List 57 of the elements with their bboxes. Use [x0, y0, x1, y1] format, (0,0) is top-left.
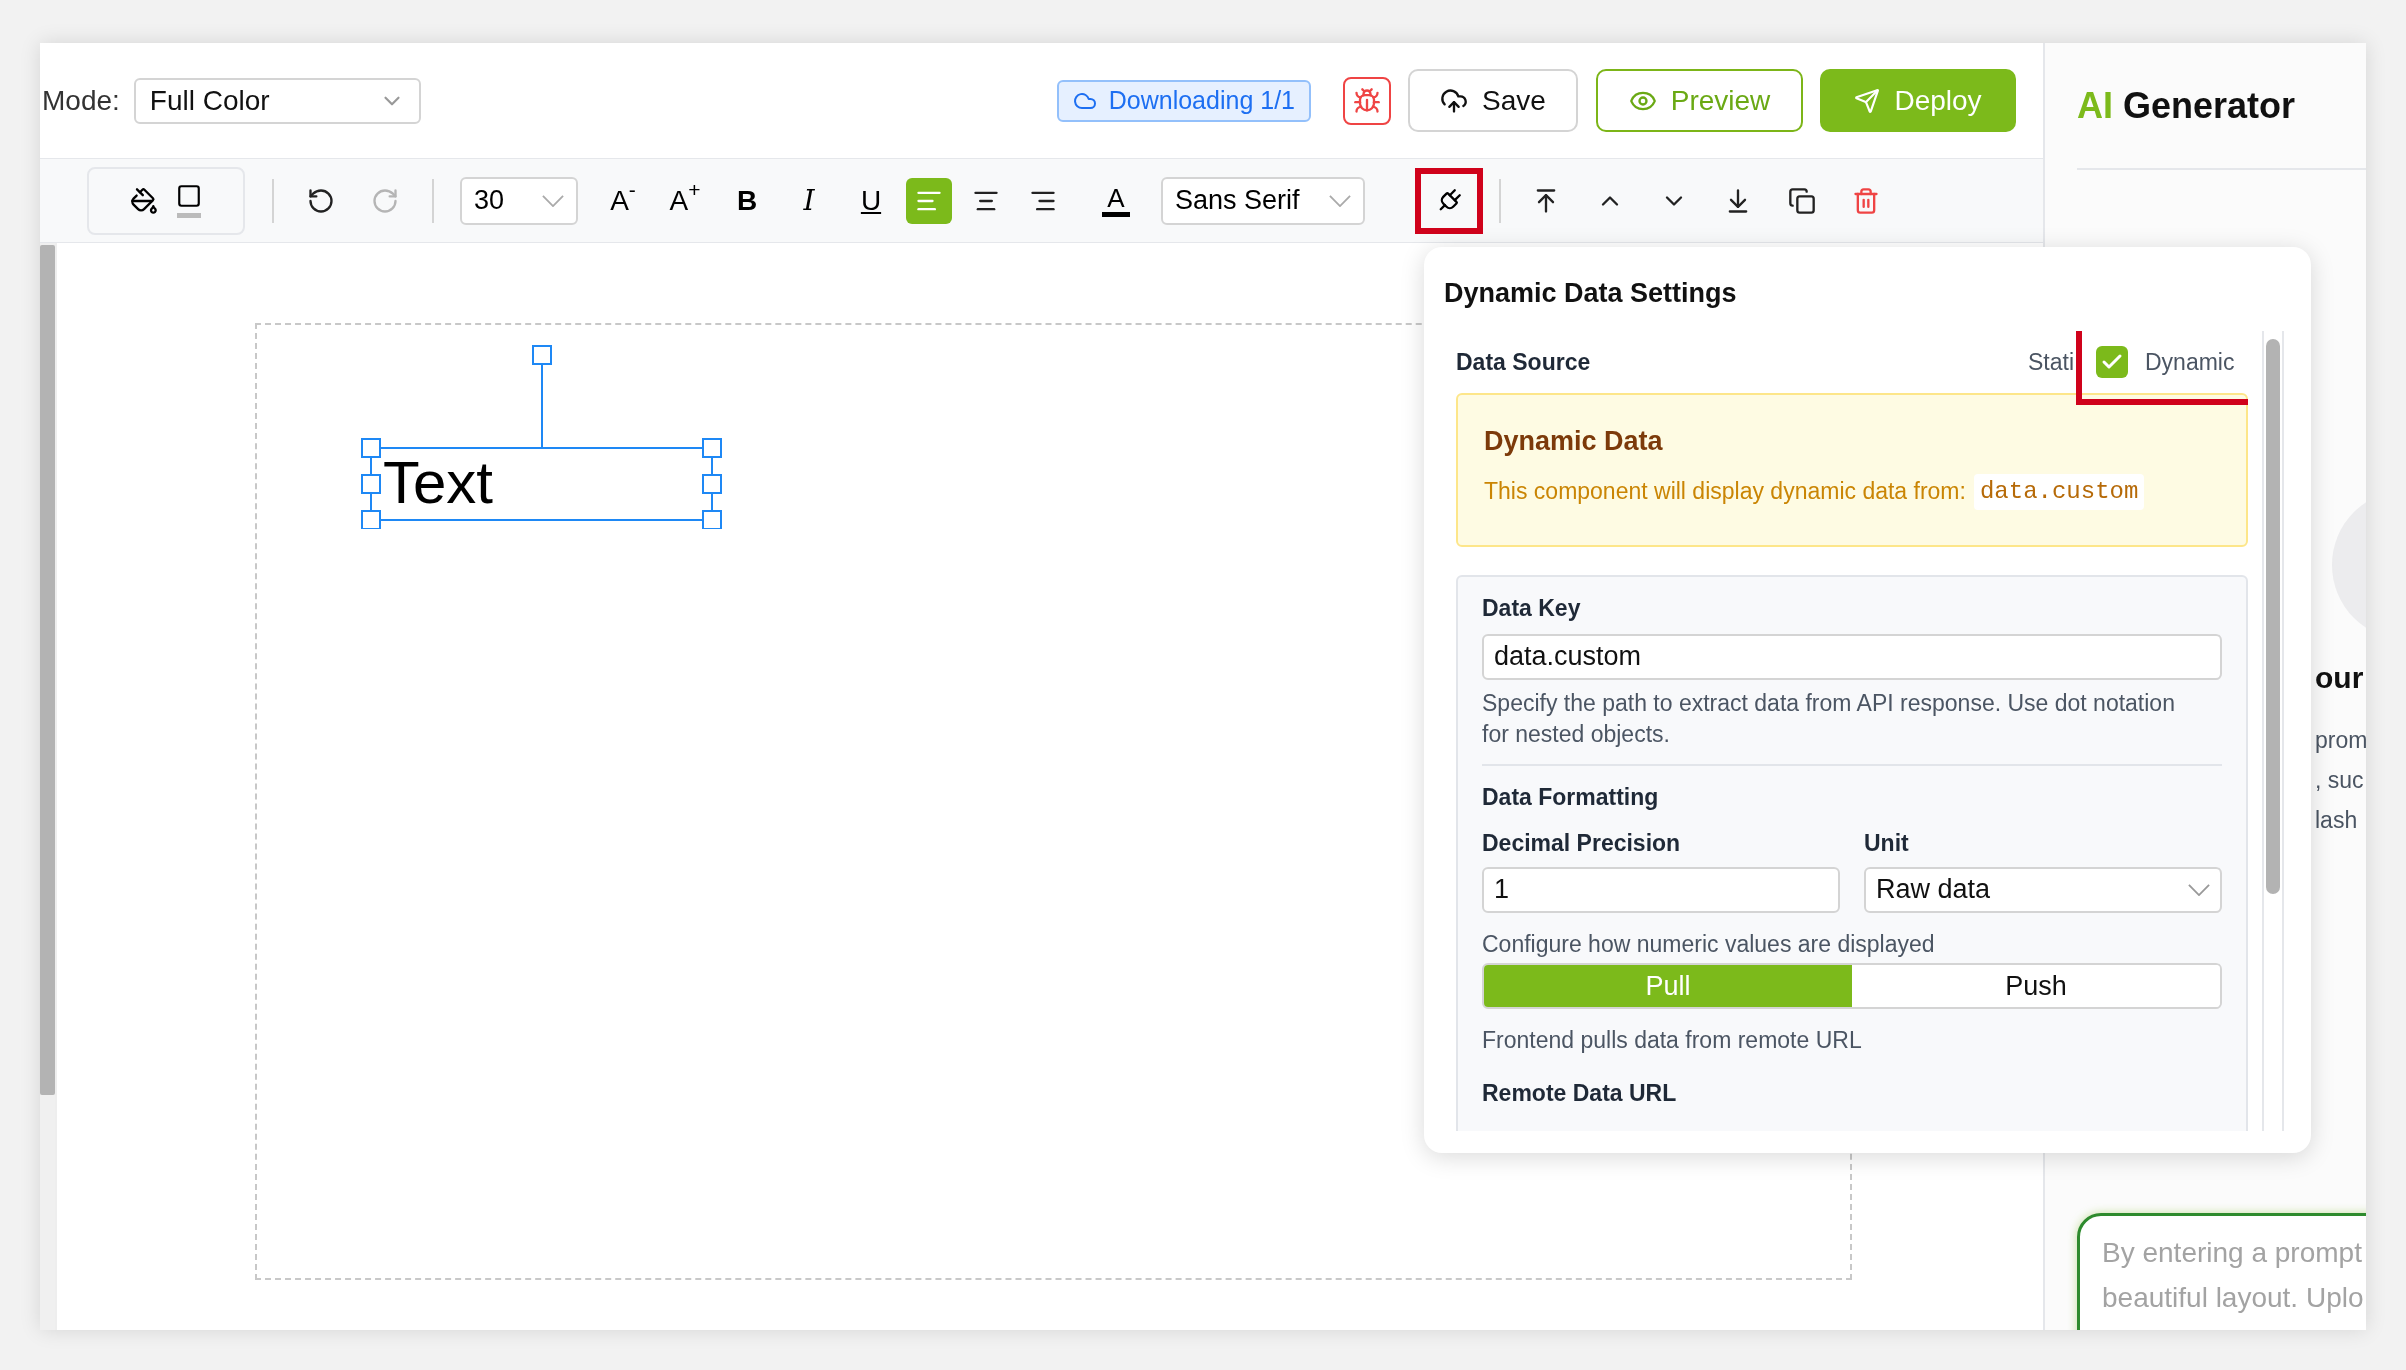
data-key-input[interactable]: data.custom: [1482, 633, 2222, 680]
underline-button[interactable]: U: [840, 175, 902, 226]
section-title: Data Formatting: [1482, 782, 1660, 812]
help-text: Configure how numeric values are displayed: [1482, 929, 1936, 959]
align-left-button[interactable]: [906, 177, 952, 224]
chevron-down-icon: [2188, 883, 2210, 896]
dynamic-label: Dynamic: [2145, 347, 2235, 377]
prompt-placeholder: By entering a prompt: [2102, 1236, 2363, 1270]
trash-icon: [1852, 186, 1880, 215]
chevron-down-icon: [542, 194, 564, 207]
description-text: prom: [2315, 726, 2366, 755]
mode-tab[interactable]: Push: [1852, 965, 2220, 1007]
help-text: Frontend pulls data from remote URL: [1482, 1026, 1863, 1055]
save-button[interactable]: Save: [1408, 69, 1578, 132]
bold-button[interactable]: B: [716, 175, 778, 226]
grow-button[interactable]: A$^{+}$: [654, 175, 716, 226]
code-chip: data.custom: [1973, 473, 2145, 510]
field-label: Decimal Precision: [1482, 829, 1682, 858]
scrollbar-thumb[interactable]: [40, 245, 55, 1095]
copy-icon: [1788, 186, 1816, 215]
chevron-down-icon: [1329, 194, 1351, 207]
dynamic-checkbox[interactable]: [2096, 346, 2128, 378]
field-label: Data Key: [1482, 594, 1582, 623]
border-icon[interactable]: [176, 183, 202, 218]
field-label: Data Source: [1456, 347, 1591, 377]
bug-icon: [1353, 86, 1381, 115]
upload-icon: [1440, 86, 1469, 115]
debug-button[interactable]: [1343, 76, 1391, 125]
popover-title: Dynamic Data Settings: [1443, 277, 1738, 310]
shrink-button[interactable]: A$^{-}$: [592, 175, 654, 226]
download-status-badge: Downloading 1/1: [1056, 79, 1311, 122]
panel-heading: our: [2315, 660, 2365, 696]
static-label: Stati: [2027, 347, 2074, 377]
field-label: Remote Data URL: [1482, 1078, 1678, 1108]
italic-button[interactable]: I: [778, 175, 840, 226]
precision-input[interactable]: 1: [1482, 866, 1840, 913]
paint-bucket-icon[interactable]: [130, 186, 158, 215]
redo-icon: [371, 186, 399, 215]
prompt-placeholder: beautiful layout. Uplo: [2102, 1281, 2365, 1315]
font-family-select[interactable]: Sans Serif: [1161, 176, 1365, 225]
help-text: Specify the path to extract data from API response. Use dot notation for nested objects.: [1482, 688, 2176, 749]
notice-text: This component will display dynamic data from:: [1484, 477, 1966, 507]
font-size-select[interactable]: 30: [460, 176, 578, 225]
mode-label: Mode:: [42, 83, 120, 118]
undo-icon: [307, 186, 335, 215]
unit-select[interactable]: Raw data: [1864, 866, 2222, 913]
notice-title: Dynamic Data: [1484, 425, 1664, 458]
text-color-button[interactable]: A: [1091, 175, 1141, 226]
selection-frame[interactable]: [361, 345, 723, 529]
mode-select[interactable]: Full Color: [133, 77, 421, 124]
send-icon: [1854, 87, 1881, 114]
panel-title: AI Generator: [2077, 83, 2296, 128]
description-text: lash: [2315, 806, 2358, 835]
scrollbar-thumb[interactable]: [2266, 339, 2280, 894]
description-text: , suc: [2315, 766, 2364, 795]
field-label: Unit: [1864, 829, 1910, 858]
connect-button[interactable]: [1415, 167, 1483, 234]
